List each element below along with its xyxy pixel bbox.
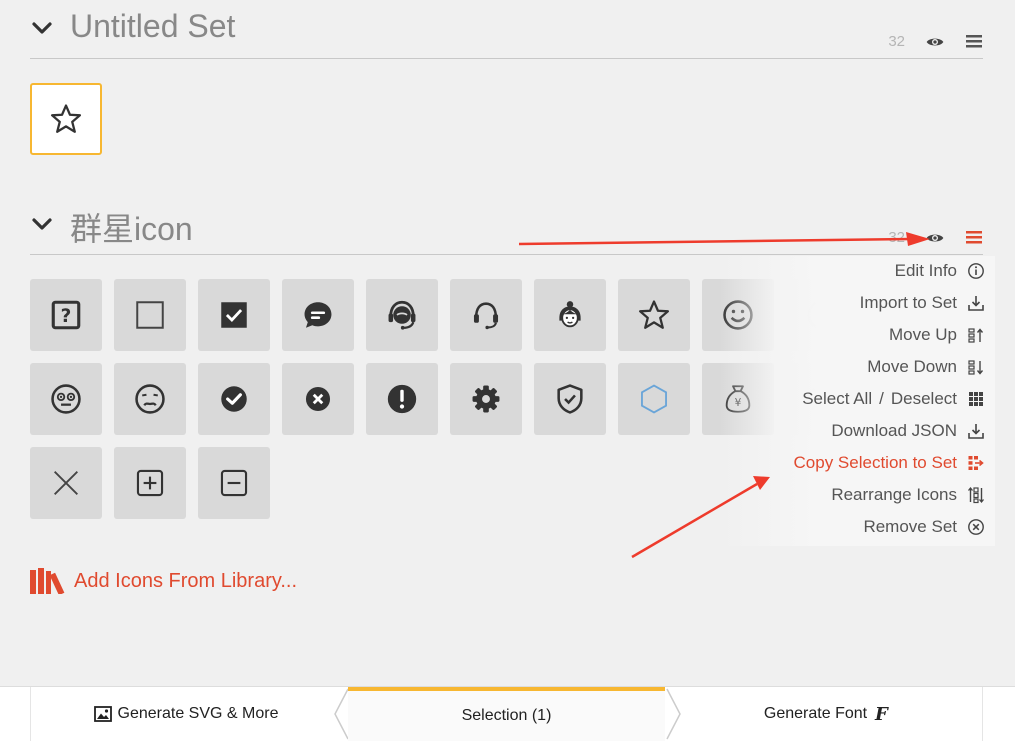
minus-box-icon [220,469,248,497]
headphones-icon [473,302,499,330]
menu-remove-set[interactable]: Remove Set [863,513,985,541]
icon-tile[interactable] [366,363,438,435]
check-circle-icon [221,386,247,412]
set-header-untitled: Untitled Set 32 [30,0,983,59]
menu-select-all-deselect: Select All / Deselect [802,385,985,413]
icon-tile[interactable] [282,363,354,435]
menu-download-json[interactable]: Download JSON [831,417,985,445]
image-icon [93,706,112,722]
shield-check-icon [557,384,583,414]
icon-tile[interactable] [198,279,270,351]
menu-import-to-set[interactable]: Import to Set [860,289,985,317]
icon-tile[interactable] [534,279,606,351]
font-f-icon: F [874,704,889,724]
exclamation-circle-icon [387,384,417,414]
toolbar-divider [982,687,983,741]
download-icon [968,424,984,439]
selection-tab[interactable]: Selection (1) [348,687,665,741]
set-menu-dropdown: Edit Info Import to Set Move Up Move Dow… [720,256,995,546]
icon-tile[interactable] [450,279,522,351]
menu-edit-info-label: Edit Info [894,261,957,280]
close-x-icon [54,471,78,495]
add-icons-label: Add Icons From Library... [74,569,298,592]
hamburger-menu-icon[interactable] [965,32,983,50]
menu-move-up-label: Move Up [888,325,957,344]
import-icon [968,296,984,311]
icon-tile[interactable] [618,363,690,435]
sad-face-icon [135,384,165,414]
svg-text:?: ? [61,306,72,327]
close-circle-icon [305,386,331,412]
menu-rearrange-icons[interactable]: Rearrange Icons [831,481,985,509]
icon-size-count: 32 [888,229,905,246]
empty-checkbox-icon [136,301,164,329]
icon-tile[interactable] [366,279,438,351]
chevron-down-icon[interactable] [30,16,54,40]
icon-size-count: 32 [888,33,905,50]
menu-rearrange-label: Rearrange Icons [831,485,957,504]
generate-svg-label: Generate SVG & More [117,705,279,722]
grid-select-icon [969,392,983,406]
menu-select-all[interactable]: Select All [802,389,872,409]
tab-chevron-left-icon [334,688,349,740]
customer-service-headset-icon [388,300,416,330]
menu-copy-selection-to-set[interactable]: Copy Selection to Set [794,449,985,477]
woman-avatar-icon [559,301,581,328]
menu-copy-selection-label: Copy Selection to Set [793,453,957,472]
icon-tile[interactable] [450,363,522,435]
menu-remove-set-label: Remove Set [863,517,957,536]
icon-tile[interactable] [114,363,186,435]
copy-selection-icon [968,456,984,470]
chat-bubble-icon [304,302,332,328]
icon-tile[interactable] [198,447,270,519]
icon-tile[interactable] [114,279,186,351]
menu-download-json-label: Download JSON [831,421,957,440]
star-outline-icon [637,298,671,332]
menu-move-up[interactable]: Move Up [889,321,985,349]
eye-icon[interactable] [925,228,945,248]
dizzy-face-icon [51,384,81,414]
star-outline-icon [49,102,83,136]
set-title[interactable]: 群星icon [70,204,193,250]
checked-box-icon [221,302,247,328]
info-circle-icon [968,263,984,279]
svg-text:F: F [874,704,889,724]
remove-circle-icon [968,519,984,535]
gear-icon [472,385,500,413]
plus-box-icon [136,469,164,497]
menu-separator: / [879,389,884,408]
question-box-icon: ? [51,300,81,330]
set-header-qunxing: 群星icon 32 [30,196,983,255]
move-up-icon [968,328,984,343]
hexagon-icon [641,384,667,414]
menu-edit-info[interactable]: Edit Info [895,257,985,285]
menu-move-down-label: Move Down [867,357,957,376]
icon-tile[interactable]: ? [30,279,102,351]
menu-deselect[interactable]: Deselect [891,389,957,409]
move-down-icon [968,360,984,375]
rearrange-icon [967,486,985,504]
bottom-toolbar: Generate SVG & More Selection (1) Genera… [0,686,1015,741]
chevron-down-icon[interactable] [30,212,54,236]
menu-move-down[interactable]: Move Down [867,353,985,381]
icon-tile-star-selected[interactable] [30,83,102,155]
hamburger-menu-icon[interactable] [965,228,983,246]
icon-tile[interactable] [534,363,606,435]
icon-tile[interactable] [198,363,270,435]
library-books-icon [30,568,65,594]
generate-font-label: Generate Font [763,705,868,722]
selection-label: Selection (1) [461,707,552,724]
eye-icon[interactable] [925,32,945,52]
menu-import-label: Import to Set [859,293,957,312]
icon-tile[interactable] [30,363,102,435]
generate-font-button[interactable]: Generate Font F [665,687,982,741]
add-icons-from-library-link[interactable]: Add Icons From Library... [30,566,297,596]
icon-tile[interactable] [282,279,354,351]
set-title[interactable]: Untitled Set [70,8,235,45]
icon-tile[interactable] [30,447,102,519]
icon-tile[interactable] [114,447,186,519]
generate-svg-button[interactable]: Generate SVG & More [30,687,348,741]
icon-tile[interactable] [618,279,690,351]
